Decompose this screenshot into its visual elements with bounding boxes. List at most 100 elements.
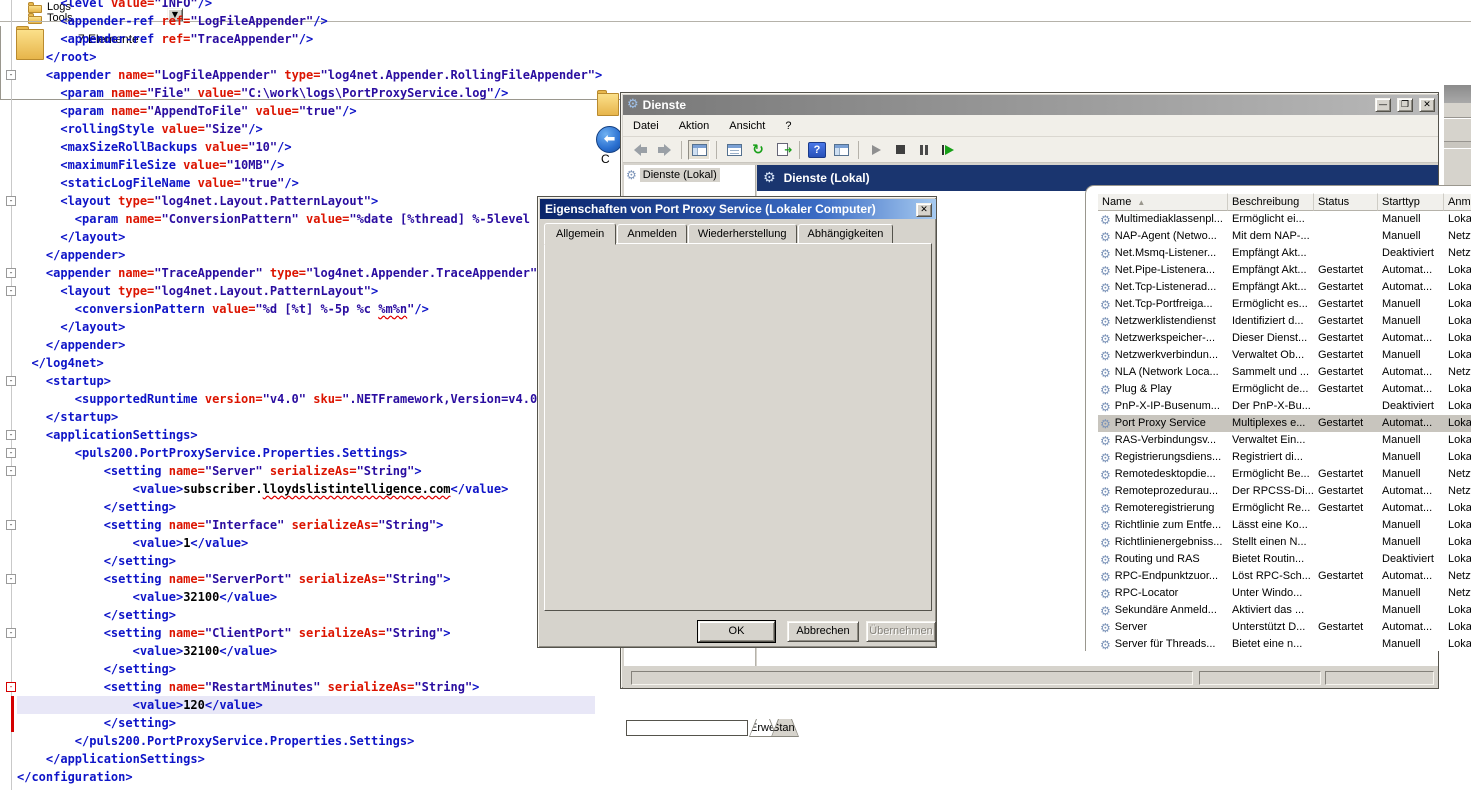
dialog-titlebar[interactable]: Eigenschaften von Port Proxy Service (Lo… [540,199,936,219]
table-row[interactable]: ⚙ServerUnterstützt D...GestartetAutomat.… [1098,619,1471,636]
table-row[interactable]: ⚙RemoteregistrierungErmöglicht Re...Gest… [1098,500,1471,517]
column-header-starttyp[interactable]: Starttyp [1378,193,1444,211]
table-row[interactable]: ⚙Netzwerkverbindun...Verwaltet Ob...Gest… [1098,347,1471,364]
fold-collapse-icon[interactable]: - [6,286,16,296]
forward-button[interactable] [653,140,675,160]
table-row[interactable]: ⚙Plug & PlayErmöglicht de...GestartetAut… [1098,381,1471,398]
tree-item-dienste-lokal[interactable]: ⚙ Dienste (Lokal) [624,165,755,185]
properties-icon [727,144,742,156]
uebernehmen-button[interactable]: Übernehmen [866,621,936,642]
fold-collapse-icon[interactable]: - [6,520,16,530]
window-titlebar[interactable]: ⚙ Dienste — ❐ ✕ [623,95,1438,115]
tab-standard[interactable]: Standard [771,719,799,737]
column-header-name[interactable]: Name▲ [1098,193,1228,211]
table-row[interactable]: ⚙Multimediaklassenpl...Ermöglicht ei...M… [1098,211,1471,228]
service-gear-icon: ⚙ [1100,588,1111,600]
fold-collapse-icon[interactable]: - [6,430,16,440]
table-row[interactable]: ⚙Remotedesktopdie...Ermöglicht Be...Gest… [1098,466,1471,483]
table-cell: Manuell [1378,517,1444,534]
play-icon [872,145,881,155]
menu-datei[interactable]: Datei [623,117,669,135]
table-row[interactable]: ⚙Net.Tcp-Listenerad...Empfängt Akt...Ges… [1098,279,1471,296]
fold-collapse-icon[interactable]: - [6,682,16,692]
table-cell: Lässt eine Ko... [1228,517,1314,534]
table-row[interactable]: ⚙Net.Tcp-Portfreiga...Ermöglicht es...Ge… [1098,296,1471,313]
column-header-anmelden-als[interactable]: Anmelden als [1444,193,1471,211]
show-console-tree-button[interactable] [688,140,710,160]
table-row[interactable]: ⚙Server für Threads...Bietet eine n...Ma… [1098,636,1471,651]
menu-ansicht[interactable]: Ansicht [719,117,775,135]
table-cell: Automat... [1378,568,1444,585]
table-row[interactable]: ⚙NAP-Agent (Netwo...Mit dem NAP-...Manue… [1098,228,1471,245]
back-button[interactable] [629,140,651,160]
code-line[interactable]: <level value="INFO"/> [3,0,747,12]
code-line[interactable]: </root> [3,48,747,66]
start-service-button[interactable] [865,140,887,160]
fold-collapse-icon[interactable]: - [6,448,16,458]
fold-collapse-icon[interactable]: - [6,268,16,278]
fold-collapse-icon[interactable]: - [6,196,16,206]
fold-collapse-icon[interactable]: - [6,628,16,638]
table-cell: Ermöglicht de... [1228,381,1314,398]
properties-button[interactable] [723,140,745,160]
table-row[interactable]: ⚙PnP-X-IP-Busenum...Der PnP-X-Bu...Deakt… [1098,398,1471,415]
code-line[interactable]: <appender-ref ref="TraceAppender"/> [3,30,747,48]
service-gear-icon: ⚙ [1100,452,1111,464]
code-line[interactable]: - <appender name="LogFileAppender" type=… [3,66,747,84]
fold-collapse-icon[interactable]: - [6,70,16,80]
table-row[interactable]: ⚙Routing und RASBietet Routin...Deaktivi… [1098,551,1471,568]
column-header-status[interactable]: Status [1314,193,1378,211]
statusbar-section [1325,671,1434,685]
table-row[interactable]: ⚙RPC-LocatorUnter Windo...ManuellNetzwer… [1098,585,1471,602]
help-button[interactable]: ? [806,140,828,160]
close-button[interactable]: ✕ [916,203,932,217]
restart-service-button[interactable] [937,140,959,160]
editor-gutter [3,408,16,426]
explorer-back-button[interactable]: ⬅ [596,126,623,153]
stop-service-button[interactable] [889,140,911,160]
code-line[interactable]: <value>120</value> [3,696,747,714]
table-row[interactable]: ⚙Port Proxy ServiceMultiplexes e...Gesta… [1098,415,1471,432]
ok-button[interactable]: OK [698,621,775,642]
refresh-icon: ↻ [752,143,764,157]
table-row[interactable]: ⚙NetzwerklistendienstIdentifiziert d...G… [1098,313,1471,330]
column-header-beschreibung[interactable]: Beschreibung [1228,193,1314,211]
tab-anmelden[interactable]: Anmelden [617,224,687,244]
bottom-left-input[interactable] [626,720,748,736]
table-row[interactable]: ⚙Net.Pipe-Listenera...Empfängt Akt...Ges… [1098,262,1471,279]
minimize-button[interactable]: — [1375,98,1391,112]
pause-service-button[interactable] [913,140,935,160]
code-line[interactable]: </configuration> [3,768,747,786]
name-cell: ⚙RAS-Verbindungsv... [1098,432,1228,449]
code-line[interactable]: </applicationSettings> [3,750,747,768]
fold-collapse-icon[interactable]: - [6,376,16,386]
extended-view-button[interactable] [830,140,852,160]
fold-collapse-icon[interactable]: - [6,574,16,584]
table-row[interactable]: ⚙RPC-Endpunktzuor...Löst RPC-Sch...Gesta… [1098,568,1471,585]
table-row[interactable]: ⚙Net.Msmq-Listener...Empfängt Akt...Deak… [1098,245,1471,262]
name-cell: ⚙NLA (Network Loca... [1098,364,1228,381]
editor-gutter [3,336,16,354]
export-list-button[interactable]: ➜ [771,140,793,160]
table-row[interactable]: ⚙RAS-Verbindungsv...Verwaltet Ein...Manu… [1098,432,1471,449]
refresh-button[interactable]: ↻ [747,140,769,160]
code-line[interactable]: <appender-ref ref="LogFileAppender"/> [3,12,747,30]
table-row[interactable]: ⚙Richtlinie zum Entfe...Lässt eine Ko...… [1098,517,1471,534]
tab-allgemein[interactable]: Allgemein [544,223,616,245]
editor-gutter [3,174,16,192]
table-row[interactable]: ⚙NLA (Network Loca...Sammelt und ...Gest… [1098,364,1471,381]
tab-abhaengigkeiten[interactable]: Abhängigkeiten [798,224,894,244]
fold-collapse-icon[interactable]: - [6,466,16,476]
table-row[interactable]: ⚙Registrierungsdiens...Registriert di...… [1098,449,1471,466]
table-row[interactable]: ⚙Netzwerkspeicher-...Dieser Dienst...Ges… [1098,330,1471,347]
close-button[interactable]: ✕ [1419,98,1435,112]
table-row[interactable]: ⚙Richtlinienergebniss...Stellt einen N..… [1098,534,1471,551]
table-row[interactable]: ⚙Sekundäre Anmeld...Aktiviert das ...Man… [1098,602,1471,619]
abbrechen-button[interactable]: Abbrechen [787,621,859,642]
table-row[interactable]: ⚙Remoteprozedurau...Der RPCSS-Di...Gesta… [1098,483,1471,500]
menu-hilfe[interactable]: ? [775,117,801,135]
tab-wiederherstellung[interactable]: Wiederherstellung [688,224,797,244]
maximize-button[interactable]: ❐ [1397,98,1413,112]
menu-aktion[interactable]: Aktion [669,117,720,135]
statusbar-section [1199,671,1321,685]
